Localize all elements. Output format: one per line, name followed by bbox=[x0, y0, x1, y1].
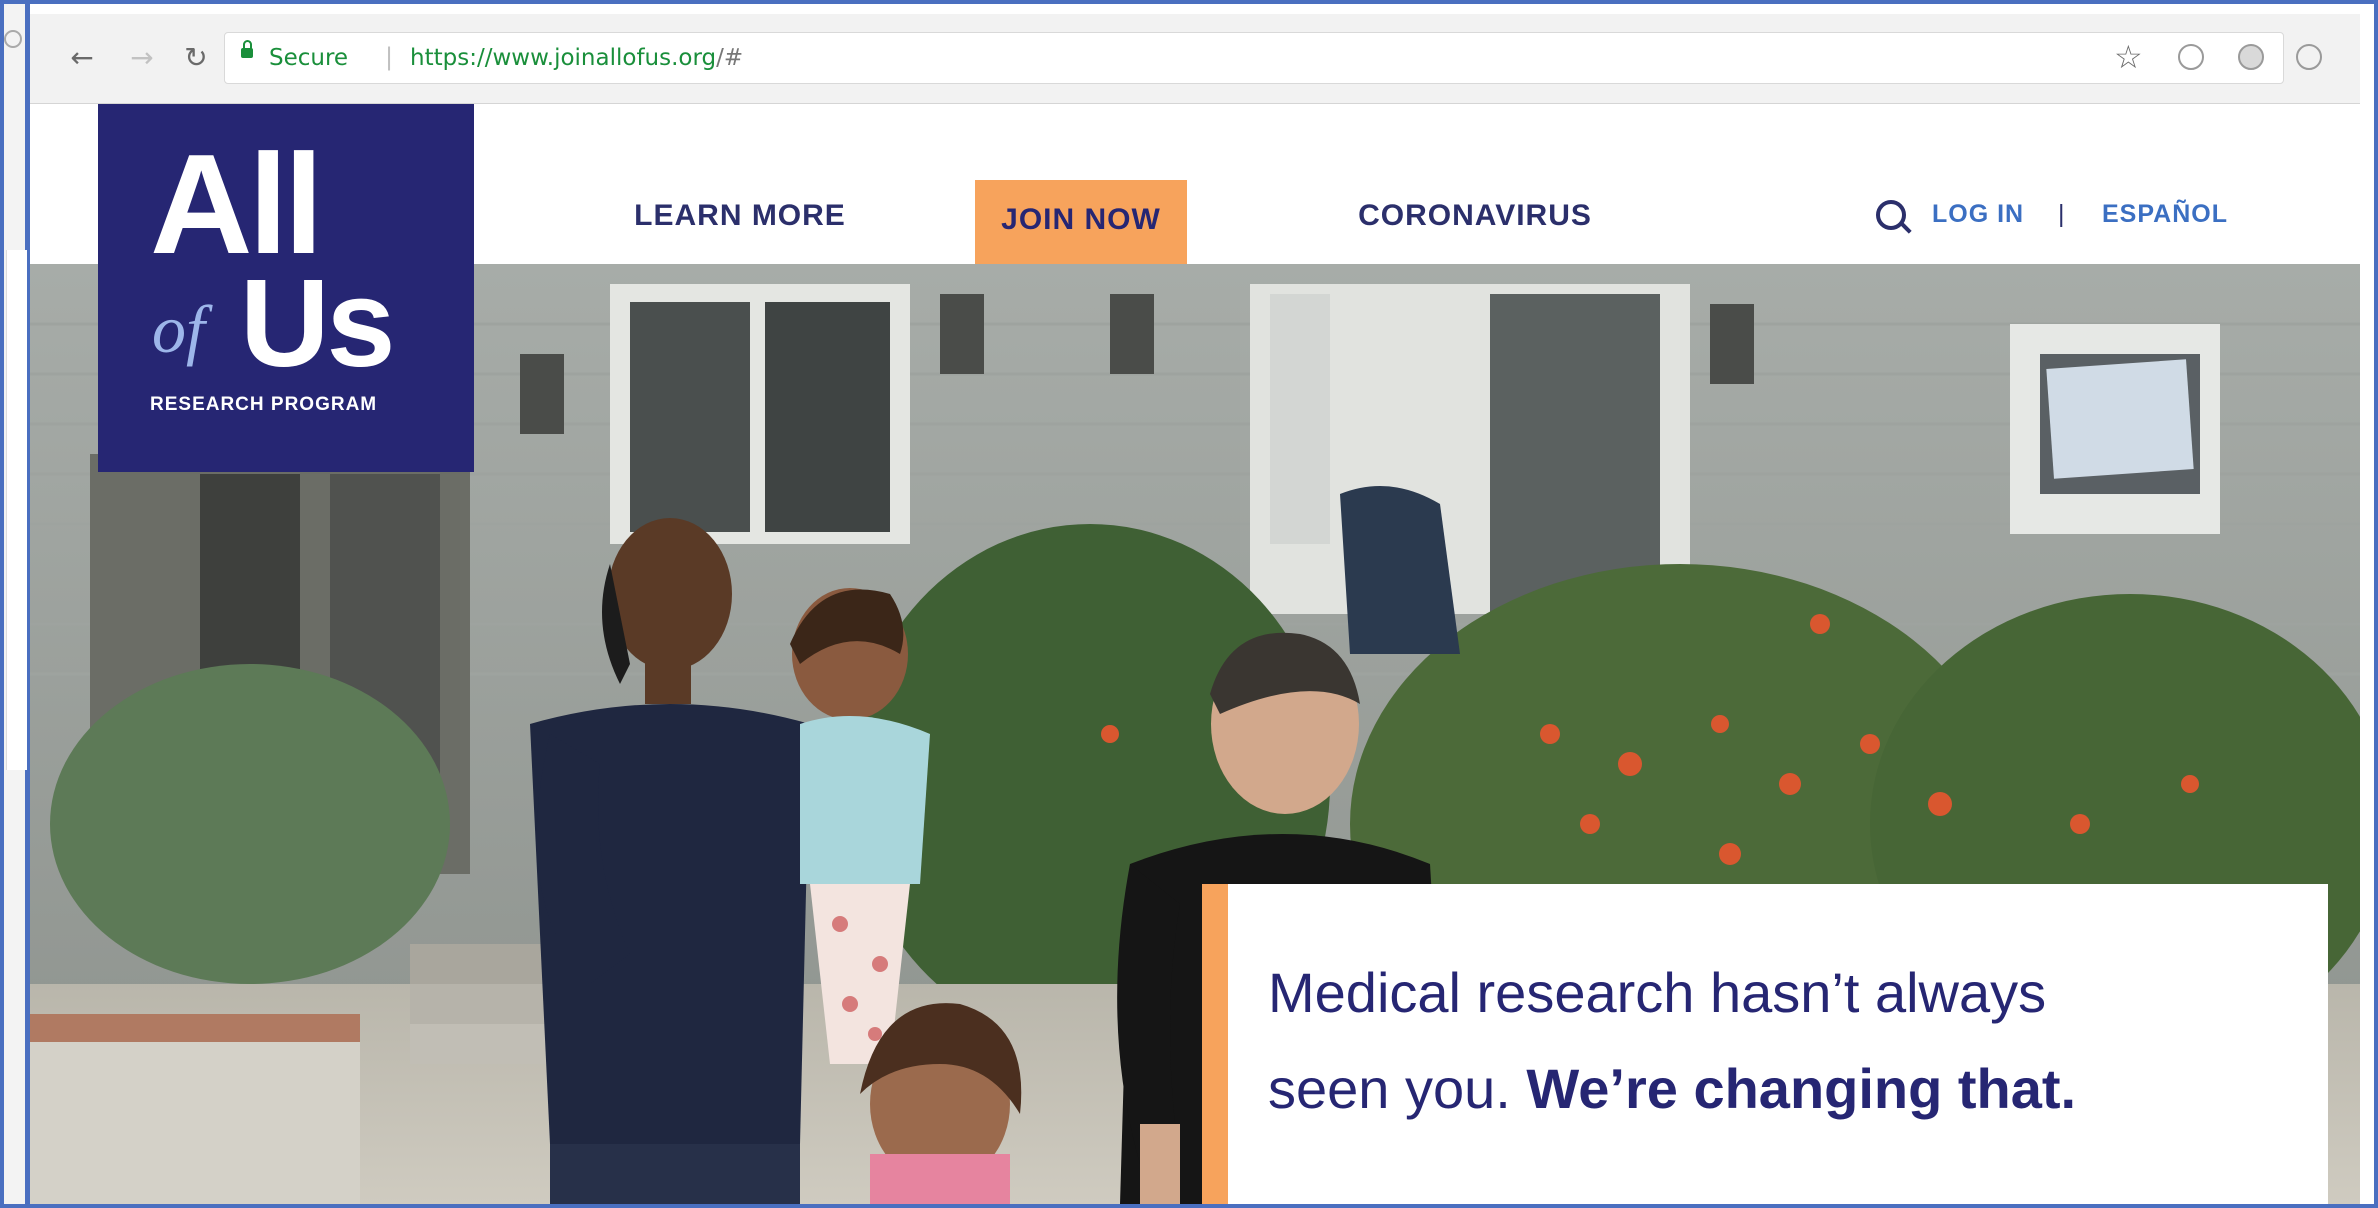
logo-subtitle: RESEARCH PROGRAM bbox=[150, 394, 378, 415]
utility-separator: | bbox=[2058, 200, 2066, 228]
extension-icon[interactable] bbox=[2238, 44, 2264, 70]
url-text[interactable]: https://www.joinallofus.org/# bbox=[410, 45, 743, 71]
search-icon[interactable] bbox=[1876, 200, 1906, 230]
browser-toolbar: ← → ↻ Secure | https://www.joinallofus.o… bbox=[30, 14, 2360, 104]
reload-icon[interactable]: ↻ bbox=[178, 40, 214, 76]
nav-join-now-button[interactable]: JOIN NOW bbox=[975, 180, 1187, 264]
espanol-link[interactable]: ESPAÑOL bbox=[2102, 200, 2228, 229]
url-path: /# bbox=[716, 45, 744, 71]
all-of-us-logo[interactable]: All of Us RESEARCH PROGRAM bbox=[98, 104, 474, 472]
nav-learn-more[interactable]: LEARN MORE bbox=[600, 176, 880, 256]
background-document bbox=[6, 250, 27, 770]
url-separator: | bbox=[385, 43, 394, 71]
hero-headline-line2: seen you. We’re changing that. bbox=[1268, 1056, 2076, 1121]
nav-coronavirus[interactable]: CORONAVIRUS bbox=[1310, 176, 1640, 256]
hero-headline-bold: We’re changing that. bbox=[1526, 1057, 2077, 1120]
hero-headline-line1: Medical research hasn’t always bbox=[1268, 961, 2047, 1024]
background-window-icon bbox=[4, 30, 22, 48]
star-icon[interactable]: ☆ bbox=[2114, 38, 2143, 76]
forward-arrow-icon[interactable]: → bbox=[124, 40, 160, 76]
login-link[interactable]: LOG IN bbox=[1932, 200, 2024, 229]
extension-icon[interactable] bbox=[2178, 44, 2204, 70]
hero-message-card: Medical research hasn’t always seen you.… bbox=[1202, 884, 2328, 1204]
secure-label: Secure bbox=[269, 45, 349, 71]
address-bar[interactable]: Secure | https://www.joinallofus.org/# bbox=[224, 32, 2284, 84]
lock-icon bbox=[241, 40, 253, 58]
url-host: https://www.joinallofus.org bbox=[410, 45, 717, 71]
back-arrow-icon[interactable]: ← bbox=[64, 40, 100, 76]
logo-word-of: of bbox=[152, 291, 205, 367]
logo-word-us: Us bbox=[240, 255, 396, 393]
hero-headline-regular: seen you. bbox=[1268, 1057, 1511, 1120]
website-viewport: LEARN MORE JOIN NOW CORONAVIRUS LOG IN |… bbox=[30, 104, 2360, 1204]
background-window-edge bbox=[0, 0, 30, 1208]
extension-icon[interactable] bbox=[2296, 44, 2322, 70]
